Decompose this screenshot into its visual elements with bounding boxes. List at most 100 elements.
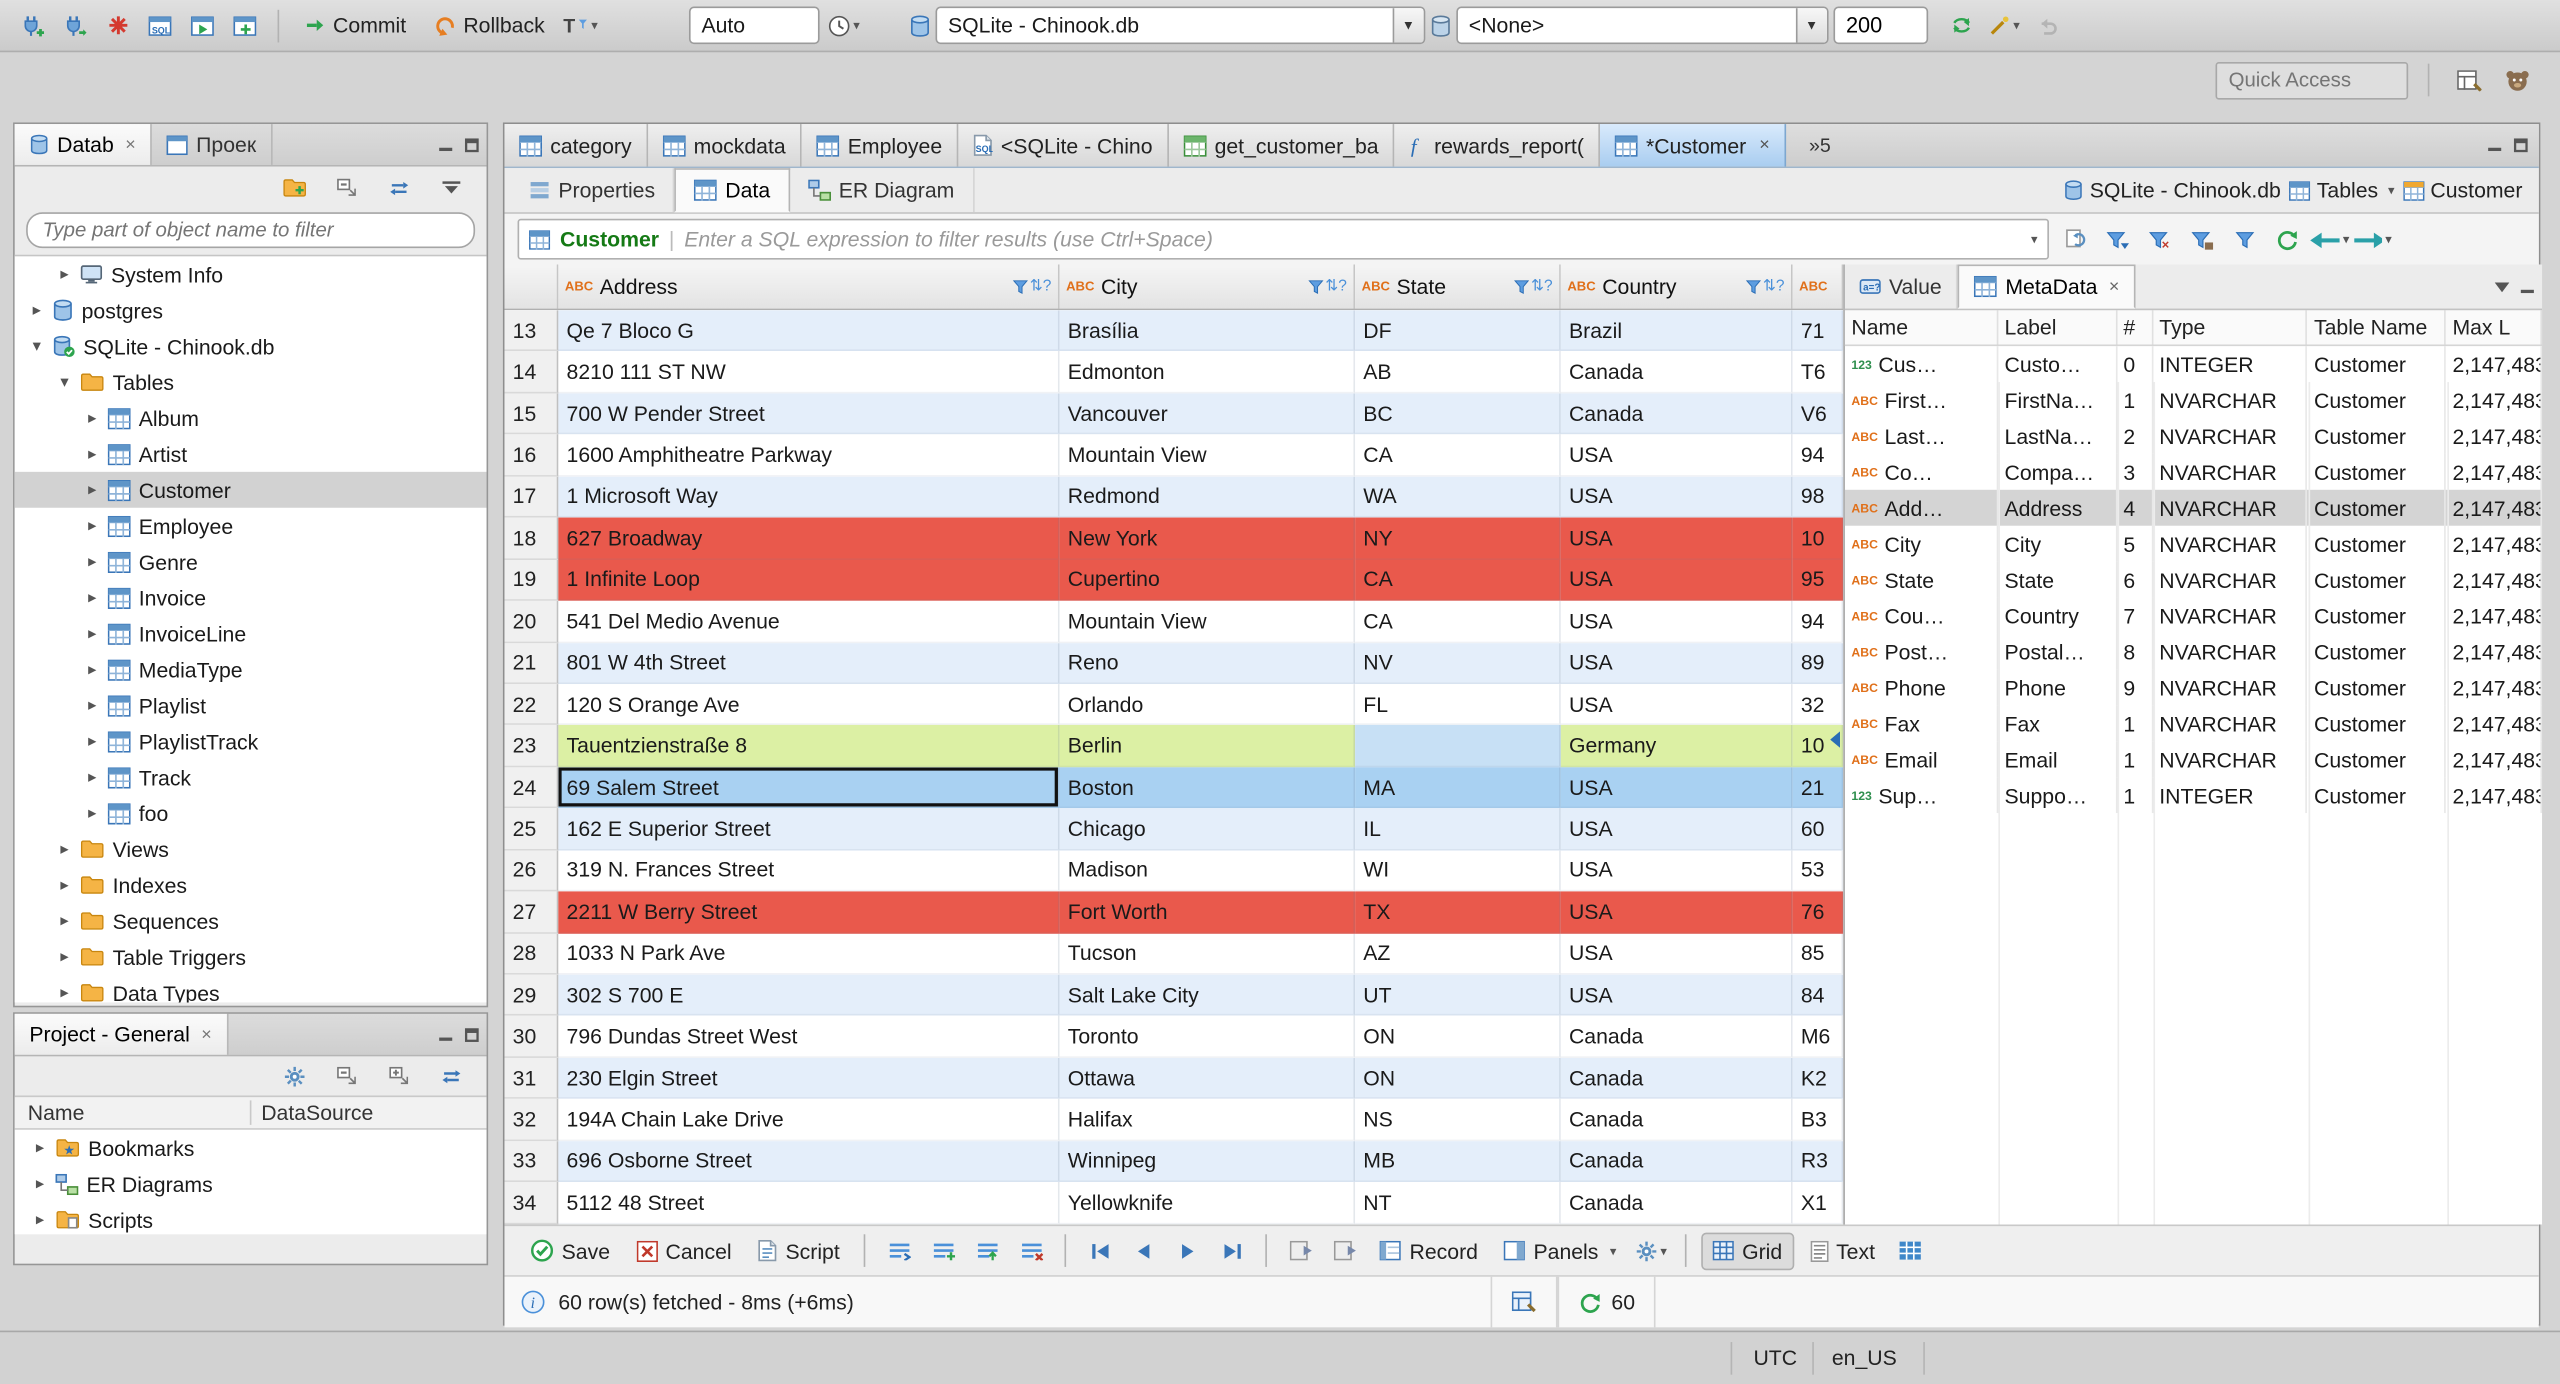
grid-cell[interactable]: Brazil <box>1560 310 1793 352</box>
grid-cell[interactable]: Canada <box>1560 1057 1793 1100</box>
grid-cell[interactable]: 541 Del Medio Avenue <box>558 600 1060 643</box>
editor-tab-mockdata[interactable]: mockdata <box>647 124 803 167</box>
row-number[interactable]: 17 <box>504 476 559 518</box>
metadata-row-country[interactable]: ABC Cou… Country 7 NVARCHAR Customer 2,147,483 <box>1845 597 2543 634</box>
auto-refresh-cell[interactable]: 60 <box>1557 1276 1657 1328</box>
transaction-log-icon[interactable]: ▾ <box>824 6 863 45</box>
grid-cell[interactable]: BC <box>1355 393 1561 435</box>
calc-panel-cell[interactable] <box>1490 1276 1558 1328</box>
expand-arrow-icon[interactable]: ▸ <box>83 768 101 786</box>
grid-cell[interactable]: 1033 N Park Ave <box>558 933 1060 975</box>
subtab-er-diagram[interactable]: ER Diagram <box>790 168 974 213</box>
quick-access-input[interactable] <box>2215 61 2409 99</box>
grid-cell[interactable]: NY <box>1355 517 1561 560</box>
tree-item-mediatype[interactable]: ▸ MediaType <box>15 651 487 687</box>
apply-filter-icon[interactable] <box>2098 220 2137 259</box>
grid-cell[interactable]: CA <box>1355 559 1561 601</box>
grid-cell[interactable]: USA <box>1560 933 1793 975</box>
text-view-button[interactable]: Text <box>1800 1233 1885 1267</box>
column-header-truncated[interactable]: ABC <box>1792 264 1844 309</box>
metadata-row-firstna[interactable]: ABC First… FirstNa… 1 NVARCHAR Customer 2,147,… <box>1845 382 2543 418</box>
expand-all-icon[interactable] <box>379 1056 418 1095</box>
grid-cell[interactable]: Toronto <box>1059 1016 1356 1058</box>
results-back-icon[interactable]: ▾ <box>2310 220 2349 259</box>
row-number[interactable]: 34 <box>504 1182 559 1224</box>
grid-cell[interactable]: Mountain View <box>1059 600 1356 643</box>
grid-cell[interactable]: AB <box>1355 351 1561 394</box>
grid-cell[interactable]: Salt Lake City <box>1059 974 1356 1017</box>
grid-cell[interactable]: IL <box>1355 808 1561 851</box>
metadata-row-fax[interactable]: ABC Fax Fax 1 NVARCHAR Customer 2,147,483 <box>1845 705 2543 742</box>
grid-cell[interactable]: Orlando <box>1059 683 1356 726</box>
locale-indicator[interactable]: en_US <box>1832 1345 1897 1369</box>
project-item-bookmarks[interactable]: ▸ ★ Bookmarks <box>15 1130 487 1166</box>
minimize-icon[interactable] <box>2487 137 2503 153</box>
metadata-row-email[interactable]: ABC Email Email 1 NVARCHAR Customer 2,147,483 <box>1845 741 2543 778</box>
subtab-properties[interactable]: Properties <box>511 168 675 213</box>
fetch-all-rows-icon[interactable] <box>1326 1233 1364 1269</box>
row-number[interactable]: 20 <box>504 600 559 643</box>
grid-cell[interactable]: ON <box>1355 1016 1561 1058</box>
grid-cell[interactable]: 1600 Amphitheatre Parkway <box>558 434 1060 477</box>
tree-item-genre[interactable]: ▸ Genre <box>15 544 487 580</box>
grid-cell[interactable]: Tauentzienstraße 8 <box>558 725 1060 768</box>
metadata-row-postal[interactable]: ABC Post… Postal… 8 NVARCHAR Customer 2,147,48… <box>1845 633 2543 670</box>
grid-cell[interactable]: Edmonton <box>1059 351 1356 394</box>
last-row-icon[interactable] <box>1214 1233 1252 1269</box>
grid-cell[interactable]: Halifax <box>1059 1099 1356 1141</box>
grid-cell[interactable]: 94 <box>1792 434 1844 477</box>
grid-cell[interactable]: T6 <box>1792 351 1844 394</box>
grid-cell[interactable]: NV <box>1355 642 1561 684</box>
database-combo[interactable]: SQLite - Chinook.db ▼ <box>934 6 1425 45</box>
dbeaver-perspective-icon[interactable] <box>2498 60 2537 99</box>
minimize-icon[interactable] <box>438 136 454 152</box>
close-icon[interactable]: × <box>201 1024 212 1044</box>
filter-dropdown-icon[interactable]: ▾ <box>2031 232 2038 247</box>
row-number[interactable]: 33 <box>504 1140 559 1183</box>
row-number[interactable]: 27 <box>504 891 559 934</box>
grid-cell[interactable]: AZ <box>1355 933 1561 975</box>
column-header-address[interactable]: ABC Address ⇅? <box>558 264 1060 309</box>
expand-arrow-icon[interactable]: ▸ <box>83 732 101 750</box>
row-number[interactable]: 23 <box>504 725 559 768</box>
side-panel-tab-metadata[interactable]: MetaData × <box>1958 264 2136 309</box>
grid-cell[interactable]: Qe 7 Bloco G <box>558 310 1060 352</box>
grid-cell[interactable] <box>1355 725 1561 768</box>
expression-history-icon[interactable] <box>2056 220 2095 259</box>
filter-sort-icon[interactable]: ⇅? <box>1012 278 1051 296</box>
column-header-name[interactable]: Name <box>15 1100 250 1124</box>
expand-arrow-icon[interactable]: ▸ <box>31 1139 49 1157</box>
transaction-filter-icon[interactable]: T ▾ <box>561 6 600 45</box>
row-number[interactable]: 16 <box>504 434 559 477</box>
grid-cell[interactable]: CA <box>1355 434 1561 477</box>
grid-cell[interactable]: 162 E Superior Street <box>558 808 1060 851</box>
tree-item-customer[interactable]: ▸ Customer <box>14 471 487 508</box>
row-number[interactable]: 19 <box>504 559 559 601</box>
grid-cell[interactable]: 2211 W Berry Street <box>558 891 1060 934</box>
grid-cell[interactable]: 1 Microsoft Way <box>558 476 1060 518</box>
grid-cell[interactable]: WI <box>1355 850 1561 892</box>
row-number[interactable]: 18 <box>504 517 559 560</box>
new-sql-editor-icon[interactable]: SQL <box>140 6 179 45</box>
first-row-icon[interactable] <box>1081 1233 1119 1269</box>
tree-item-artist[interactable]: ▸ Artist <box>15 436 487 472</box>
grid-cell[interactable]: 796 Dundas Street West <box>558 1016 1060 1058</box>
timezone-indicator[interactable]: UTC <box>1753 1345 1797 1369</box>
add-row-icon[interactable] <box>925 1233 963 1269</box>
grid-cell[interactable]: Mountain View <box>1059 434 1356 477</box>
new-sql-script-icon[interactable] <box>225 6 264 45</box>
grid-cell[interactable]: New York <box>1059 517 1356 560</box>
metadata-row-custo[interactable]: 123 Cus… Custo… 0 INTEGER Customer 2,147,483 <box>1845 346 2543 383</box>
row-number[interactable]: 26 <box>504 850 559 892</box>
grid-cell[interactable]: Fort Worth <box>1059 891 1356 934</box>
grid-cell[interactable]: FL <box>1355 683 1561 726</box>
grid-cell[interactable]: 95 <box>1792 559 1844 601</box>
grid-cell[interactable]: Canada <box>1560 1099 1793 1141</box>
tab-overflow-chevron[interactable]: »5 <box>1809 134 1831 157</box>
grid-cell[interactable]: 60 <box>1792 808 1844 851</box>
grid-cell[interactable]: TX <box>1355 891 1561 934</box>
grid-cell[interactable]: USA <box>1560 476 1793 518</box>
disconnect-database-icon[interactable] <box>98 6 137 45</box>
maximize-icon[interactable] <box>464 136 480 152</box>
metadata-row-compa[interactable]: ABC Co… Compa… 3 NVARCHAR Customer 2,147,483 <box>1845 453 2543 490</box>
